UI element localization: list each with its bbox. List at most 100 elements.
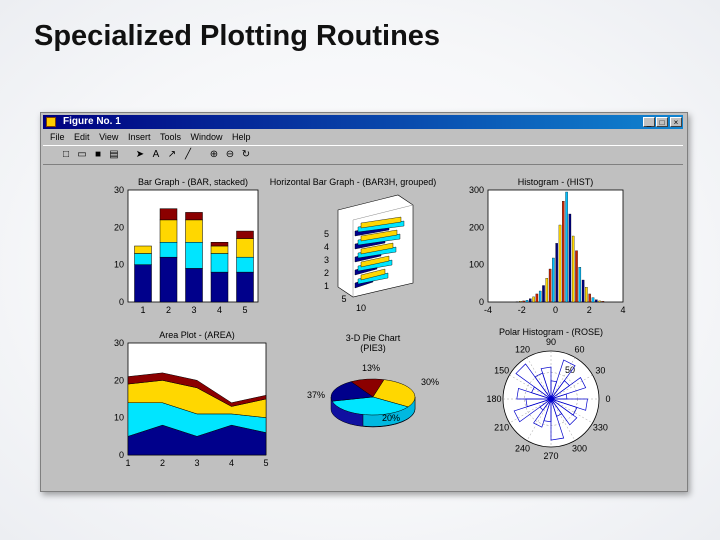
pie-label: 20% xyxy=(382,413,400,423)
area-xtick-label: 5 xyxy=(263,458,268,468)
bar-xtick-label: 4 xyxy=(217,305,222,315)
menu-insert[interactable]: Insert xyxy=(128,131,151,143)
figure-canvas: Bar Graph - (BAR, stacked) 0 10 20 30 1 2 3 4 5 Ho… xyxy=(43,165,683,487)
area-xtick-label: 3 xyxy=(194,458,199,468)
hist-bar xyxy=(558,224,562,303)
zoom-out-icon[interactable]: ⊖ xyxy=(223,148,237,162)
hist-bar xyxy=(522,300,525,303)
bar-segment xyxy=(210,253,229,273)
hist-bar xyxy=(525,300,529,303)
bar-segment xyxy=(236,230,254,239)
window-title: Figure No. 1 xyxy=(63,116,121,127)
bar-segment xyxy=(236,238,254,258)
polar-angle-label: 300 xyxy=(572,443,587,453)
bar-segment xyxy=(185,242,203,269)
menu-view[interactable]: View xyxy=(99,131,118,143)
hist-bar xyxy=(532,296,535,303)
new-icon[interactable]: □ xyxy=(59,148,73,162)
area-title: Area Plot - (AREA) xyxy=(159,330,235,340)
area-xtick-label: 4 xyxy=(229,458,234,468)
polar-angle-label: 270 xyxy=(543,451,558,461)
minimize-button[interactable]: _ xyxy=(643,117,655,127)
pie-label: 37% xyxy=(307,390,325,400)
polar-angle-label: 240 xyxy=(515,443,530,453)
hist-xtick-label: 0 xyxy=(553,305,558,315)
polar-radial-label: 50 xyxy=(565,365,575,375)
arrow-icon[interactable]: ➤ xyxy=(133,148,147,162)
hist-bar xyxy=(555,243,558,303)
bar-segment xyxy=(159,208,178,221)
hist-bar xyxy=(568,213,572,303)
barh-ytick-label: 1 xyxy=(324,281,329,291)
barh-xtick-label: 5 xyxy=(341,294,346,304)
bar-xtick-label: 5 xyxy=(242,305,247,315)
area-ytick-label: 30 xyxy=(114,338,124,348)
hist-bar xyxy=(538,290,542,303)
polar-angle-label: 180 xyxy=(486,394,501,404)
bar-xtick-label: 2 xyxy=(166,305,171,315)
barh-axes xyxy=(337,194,414,298)
zoom-in-icon[interactable]: ⊕ xyxy=(207,148,221,162)
bar-ytick-label: 30 xyxy=(114,185,124,195)
save-icon[interactable]: ■ xyxy=(91,148,105,162)
barh-ytick-label: 2 xyxy=(324,268,329,278)
bar-segment xyxy=(134,264,152,303)
hist-bar xyxy=(595,299,598,303)
bar-segment xyxy=(210,271,229,303)
menu-tools[interactable]: Tools xyxy=(160,131,181,143)
menu-window[interactable]: Window xyxy=(191,131,223,143)
area-xtick-label: 1 xyxy=(125,458,130,468)
bar-segment xyxy=(134,253,152,265)
hist-bar xyxy=(591,297,595,303)
polar-angle-label: 30 xyxy=(595,366,605,376)
polar-angle-label: 150 xyxy=(494,366,509,376)
close-button[interactable]: × xyxy=(670,117,682,127)
bar-segment xyxy=(185,212,203,221)
figure-plots: Bar Graph - (BAR, stacked)01020301 2 3 4 5Ho… xyxy=(114,177,626,468)
bar-ytick-label: 0 xyxy=(119,297,124,307)
hist-xtick-label: 4 xyxy=(620,305,625,315)
menu-edit[interactable]: Edit xyxy=(74,131,90,143)
polar-angle-label: 120 xyxy=(515,345,530,355)
hist-xtick-label: -4 xyxy=(484,305,492,315)
menu-help[interactable]: Help xyxy=(232,131,251,143)
line-icon[interactable]: ╱ xyxy=(181,148,195,162)
bar-segment xyxy=(210,245,229,254)
maximize-button[interactable]: □ xyxy=(656,117,668,127)
print-icon[interactable]: ▤ xyxy=(107,148,121,162)
area-ytick-label: 0 xyxy=(119,450,124,460)
hist-ytick-label: 100 xyxy=(469,260,484,270)
hist-bar xyxy=(598,300,601,303)
hist-bar xyxy=(542,285,545,303)
hist-bar xyxy=(519,301,522,303)
hist-bar xyxy=(581,279,585,303)
menu-file[interactable]: File xyxy=(50,131,65,143)
toolbar: □ ▭ ■ ▤ ➤ A ↗ ╱ ⊕ ⊖ ↻ xyxy=(43,145,683,165)
hist-bar xyxy=(565,191,568,303)
title-bar[interactable]: Figure No. 1 _ □ × xyxy=(43,115,683,129)
area-ytick-label: 20 xyxy=(114,375,124,385)
bar-segment xyxy=(210,242,229,247)
hist-bar xyxy=(578,267,582,303)
bar-segment xyxy=(159,219,178,243)
bar-ytick-label: 10 xyxy=(114,260,124,270)
arrow-tool-icon[interactable]: ↗ xyxy=(165,148,179,162)
hist-bar xyxy=(601,301,605,303)
bar-segment xyxy=(134,245,152,254)
hist-ytick-label: 300 xyxy=(469,185,484,195)
hist-bar xyxy=(552,257,555,303)
bar-xtick-label: 3 xyxy=(191,305,196,315)
hist-bar xyxy=(548,268,552,303)
hist-xtick-label: 2 xyxy=(587,305,592,315)
polar-angle-label: 330 xyxy=(593,423,608,433)
barh-ytick-label: 5 xyxy=(324,229,329,239)
bar-segment xyxy=(159,256,178,303)
hist-bar xyxy=(562,201,565,303)
area-ytick-label: 10 xyxy=(114,413,124,423)
rotate-icon[interactable]: ↻ xyxy=(239,148,253,162)
hist-bar xyxy=(585,287,588,303)
open-icon[interactable]: ▭ xyxy=(75,148,89,162)
text-icon[interactable]: A xyxy=(149,148,163,162)
pie-label: 30% xyxy=(421,377,439,387)
bar-segment xyxy=(159,242,178,258)
